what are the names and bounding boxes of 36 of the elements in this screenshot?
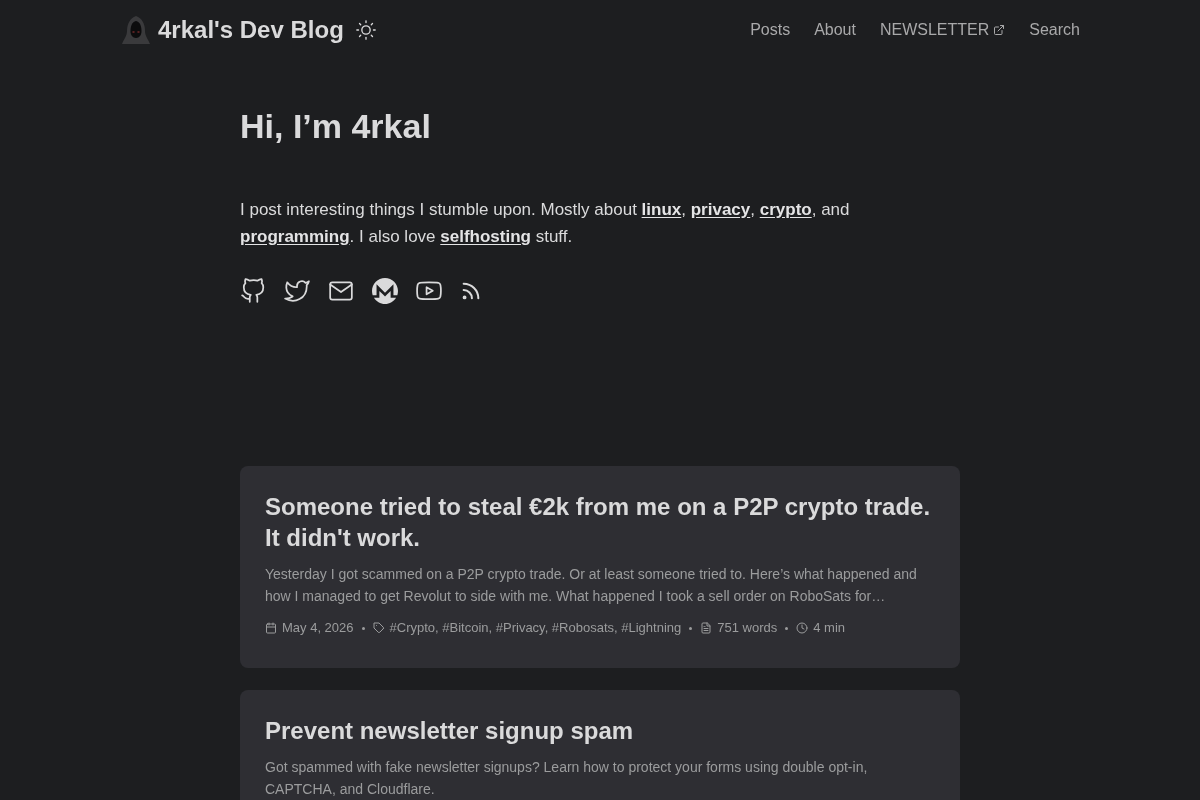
twitter-icon[interactable] [284,278,310,304]
rss-icon[interactable] [460,280,482,302]
mail-icon[interactable] [328,278,354,304]
site-title[interactable]: 4rkal's Dev Blog [158,16,344,44]
topic-link[interactable]: privacy [690,200,751,219]
post-title: Someone tried to steal €2k from me on a P2P crypto trade. It didn't work. [265,492,932,553]
hooded-figure-avatar [120,14,152,46]
sun-icon[interactable] [355,20,376,40]
post-card[interactable] [240,466,960,668]
github-icon[interactable] [240,278,266,304]
topic-link[interactable]: selfhosting [440,227,531,246]
post-card[interactable]: Prevent newsletter signup spam Got spammed with fake newsletter signups? Learn how to protect your forms using double opt-in, CAPTCHA, and Cloudflare. [240,690,960,800]
intro-heading: Hi, I’m 4rkal [240,106,432,147]
post-date: May 4, 2026 [282,619,354,637]
reading-time: 4 min [813,619,846,637]
nav-link[interactable]: Search [1029,21,1080,39]
nav-link[interactable]: About [814,21,856,39]
separator-dot [361,626,365,630]
separator-dot [785,626,789,630]
nav-link[interactable]: NEWSLETTER [879,21,990,39]
topic-link[interactable]: linux [641,200,682,219]
topic-link[interactable]: crypto [759,200,812,219]
separator-dot [689,626,693,630]
post-title: Prevent newsletter signup spam [265,716,635,746]
word-count: 751 words [717,619,778,637]
clock-icon [796,622,809,634]
post-tags: #Crypto, #Bitcoin, #Privacy, #Robosats, #Lightning [389,618,682,638]
topic-link[interactable]: programming [240,227,350,246]
intro-paragraph: I post interesting things I stumble upon. Mostly about linux, privacy, crypto, and programming. I also love selfhosting stuff. [240,199,851,248]
monero-icon[interactable] [372,278,398,304]
calendar-icon [265,622,277,634]
nav-link[interactable]: Posts [750,21,791,39]
document-icon [700,622,713,634]
post-description: Got spammed with fake newsletter signups? Learn how to protect your forms using double opt-in, CAPTCHA, and Cloudflare. [265,758,869,799]
post-description: Yesterday I got scammed on a P2P crypto trade. Or at least someone tried to. Here’s what happened and how I managed to get Revolut to side with me. What happened I took a sell order on RoboSats for… [265,565,918,606]
tag-icon [372,622,385,634]
